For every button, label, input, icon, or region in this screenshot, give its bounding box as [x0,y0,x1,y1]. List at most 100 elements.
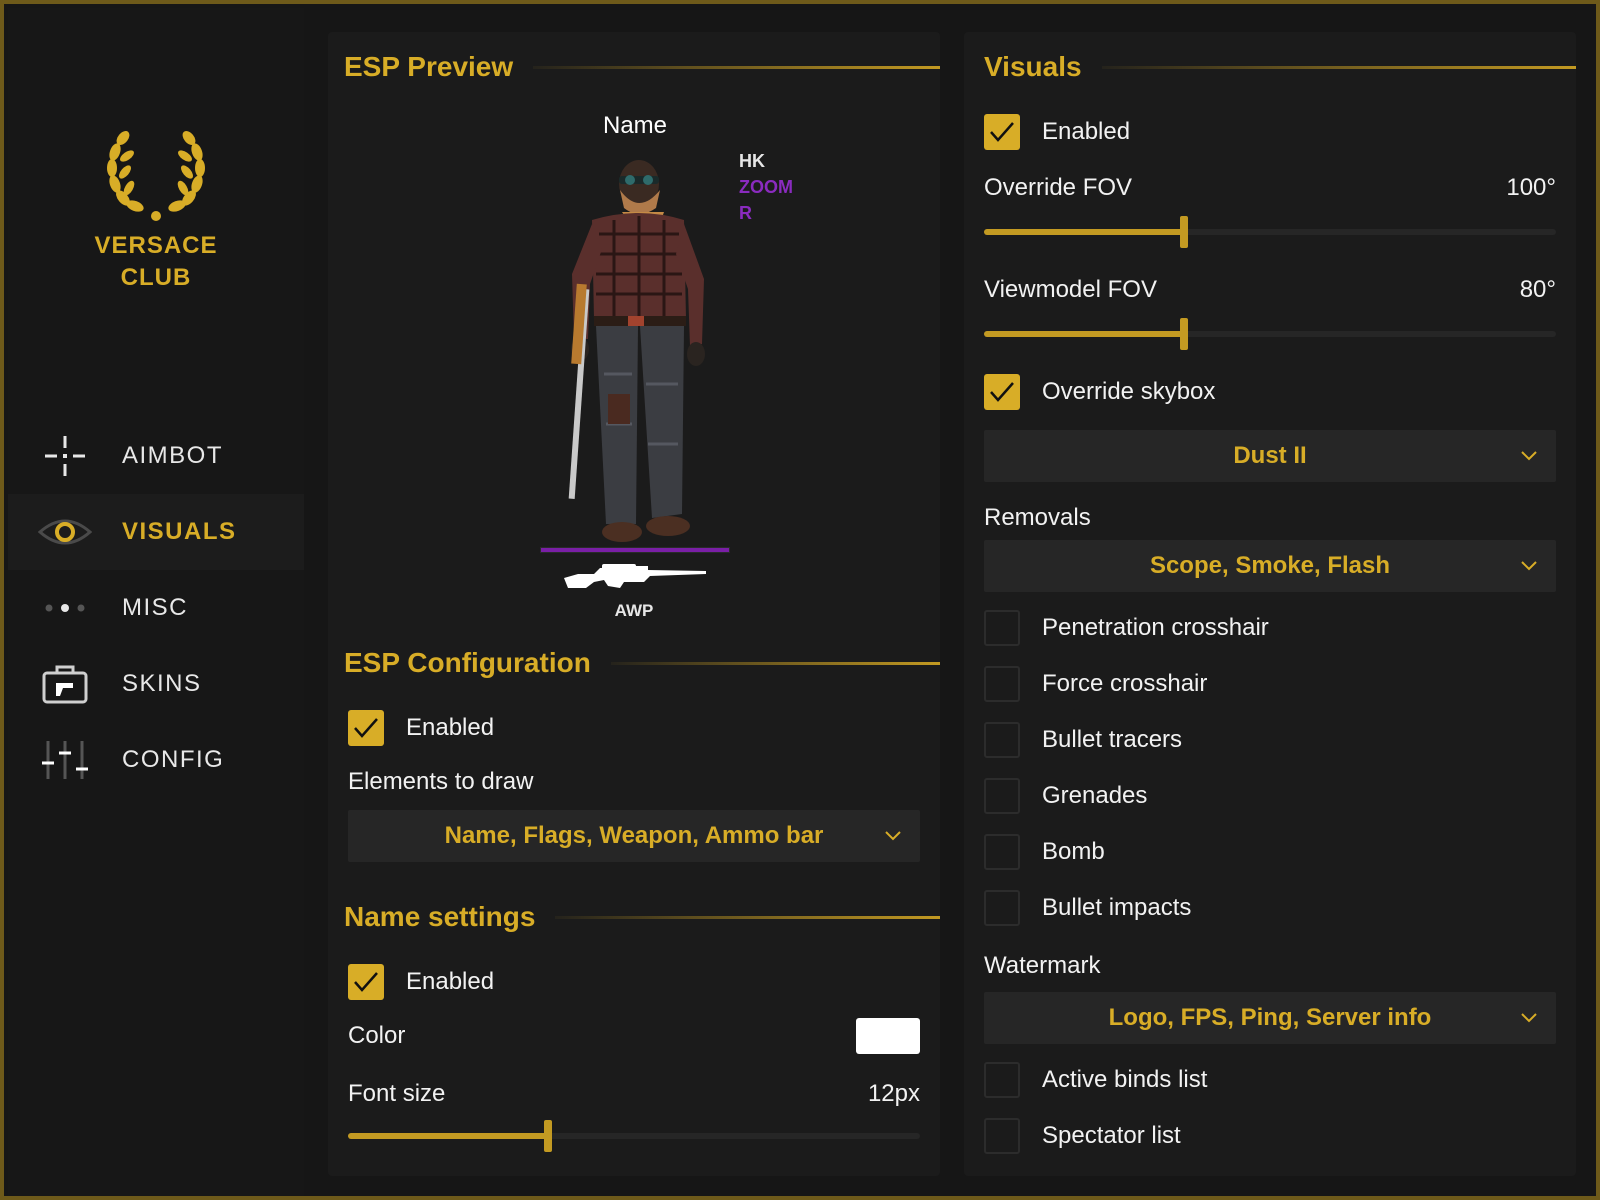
name-settings-title: Name settings [344,901,536,932]
esp-config-heading: ESP Configuration [344,646,940,680]
gun-case-icon [38,659,92,709]
slider-thumb[interactable] [544,1120,553,1152]
ammo-bar [540,547,730,553]
removals-dropdown[interactable]: Scope, Smoke, Flash [984,540,1556,592]
slider-fill [984,331,1185,337]
esp-config-title: ESP Configuration [344,647,591,678]
grenades-checkbox[interactable] [984,778,1020,814]
font-size-value: 12px [867,1080,920,1107]
nav-item-config[interactable]: CONFIG [8,722,304,798]
viewmodel-fov-slider[interactable] [984,318,1556,350]
color-label: Color [348,1022,406,1049]
awp-rifle-icon [564,564,706,588]
override-skybox-label: Override skybox [1042,378,1216,405]
skybox-value: Dust II [1233,442,1307,469]
bullet-impacts-checkbox[interactable] [984,890,1020,926]
esp-enabled-row: Enabled [348,710,494,746]
elements-to-draw-dropdown[interactable]: Name, Flags, Weapon, Ammo bar [348,810,920,862]
override-fov-value: 100° [1506,174,1556,201]
nav-label-skins: SKINS [122,670,202,697]
slider-fill [348,1133,549,1139]
chevron-down-icon [1521,1013,1537,1023]
heading-divider [533,65,940,69]
name-settings-heading: Name settings [344,900,940,934]
nav-item-aimbot[interactable]: AIMBOT [8,418,304,494]
force-crosshair-label: Force crosshair [1042,670,1208,697]
visuals-enabled-row: Enabled [984,114,1130,150]
checkmark-icon [354,972,378,992]
penetration-crosshair-row: Penetration crosshair [984,610,1269,646]
esp-preview-name: Name [602,112,668,139]
bomb-checkbox[interactable] [984,834,1020,870]
skybox-dropdown[interactable]: Dust II [984,430,1556,482]
esp-enabled-checkbox[interactable] [348,710,384,746]
chevron-down-icon [885,831,901,841]
name-enabled-row: Enabled [348,964,494,1000]
esp-flag-hk: HK [739,151,765,171]
visuals-title: Visuals [984,51,1082,82]
crosshair-icon [38,431,92,481]
override-skybox-row: Override skybox [984,374,1215,410]
override-fov-label: Override FOV [984,174,1133,201]
heading-divider [610,661,940,665]
name-enabled-label: Enabled [406,968,495,995]
active-binds-label: Active binds list [1042,1066,1208,1093]
nav-label-config: CONFIG [122,746,225,773]
active-binds-checkbox[interactable] [984,1062,1020,1098]
logo: VERSACE CLUB [8,128,304,294]
spectator-list-label: Spectator list [1042,1122,1181,1149]
checkmark-icon [990,382,1014,402]
penetration-crosshair-checkbox[interactable] [984,610,1020,646]
font-size-slider[interactable] [348,1120,920,1152]
eye-icon [38,507,92,557]
nav-label-misc: MISC [122,594,188,621]
penetration-crosshair-label: Penetration crosshair [1042,614,1269,641]
bullet-tracers-row: Bullet tracers [984,722,1182,758]
app-window: VERSACE CLUB AIMBOT VISUALS MISC SKINS C… [0,0,1600,1200]
laurel-wreath-icon [107,131,205,221]
viewmodel-fov-label: Viewmodel FOV [984,276,1157,303]
elements-to-draw-value: Name, Flags, Weapon, Ammo bar [444,822,824,849]
force-crosshair-checkbox[interactable] [984,666,1020,702]
bullet-impacts-row: Bullet impacts [984,890,1191,926]
grenades-label: Grenades [1042,782,1148,809]
dots-icon [38,583,92,633]
active-binds-row: Active binds list [984,1062,1207,1098]
slider-thumb[interactable] [1180,216,1189,248]
visuals-enabled-checkbox[interactable] [984,114,1020,150]
visuals-heading: Visuals [984,50,1576,84]
nav-item-visuals[interactable]: VISUALS [8,494,304,570]
sliders-icon [38,735,92,785]
heading-divider [1101,65,1576,69]
spectator-list-row: Spectator list [984,1118,1181,1154]
esp-enabled-label: Enabled [406,714,495,741]
slider-thumb[interactable] [1180,318,1189,350]
override-skybox-checkbox[interactable] [984,374,1020,410]
grenades-row: Grenades [984,778,1147,814]
checkmark-icon [990,122,1014,142]
nav-item-misc[interactable]: MISC [8,570,304,646]
nav-menu: AIMBOT VISUALS MISC SKINS CONFIG [8,418,304,798]
visuals-enabled-label: Enabled [1042,118,1131,145]
spectator-list-checkbox[interactable] [984,1118,1020,1154]
esp-preview-title: ESP Preview [344,51,514,82]
slider-fill [984,229,1185,235]
brand-line-1: VERSACE [94,232,218,259]
brand-name: VERSACE CLUB [8,230,304,294]
watermark-dropdown[interactable]: Logo, FPS, Ping, Server info [984,992,1556,1044]
sidebar: VERSACE CLUB AIMBOT VISUALS MISC SKINS C… [8,8,304,1196]
color-swatch[interactable] [856,1018,920,1054]
esp-flag-zoom: ZOOM [739,177,793,197]
esp-flag-reload: R [739,203,752,223]
bullet-impacts-label: Bullet impacts [1042,894,1192,921]
bullet-tracers-label: Bullet tracers [1042,726,1183,753]
override-fov-slider[interactable] [984,216,1556,248]
chevron-down-icon [1521,561,1537,571]
bullet-tracers-checkbox[interactable] [984,722,1020,758]
esp-preview-flags: HK ZOOM R [739,148,793,226]
name-enabled-checkbox[interactable] [348,964,384,1000]
nav-item-skins[interactable]: SKINS [8,646,304,722]
force-crosshair-row: Force crosshair [984,666,1207,702]
bomb-row: Bomb [984,834,1105,870]
font-size-label: Font size [348,1080,446,1107]
